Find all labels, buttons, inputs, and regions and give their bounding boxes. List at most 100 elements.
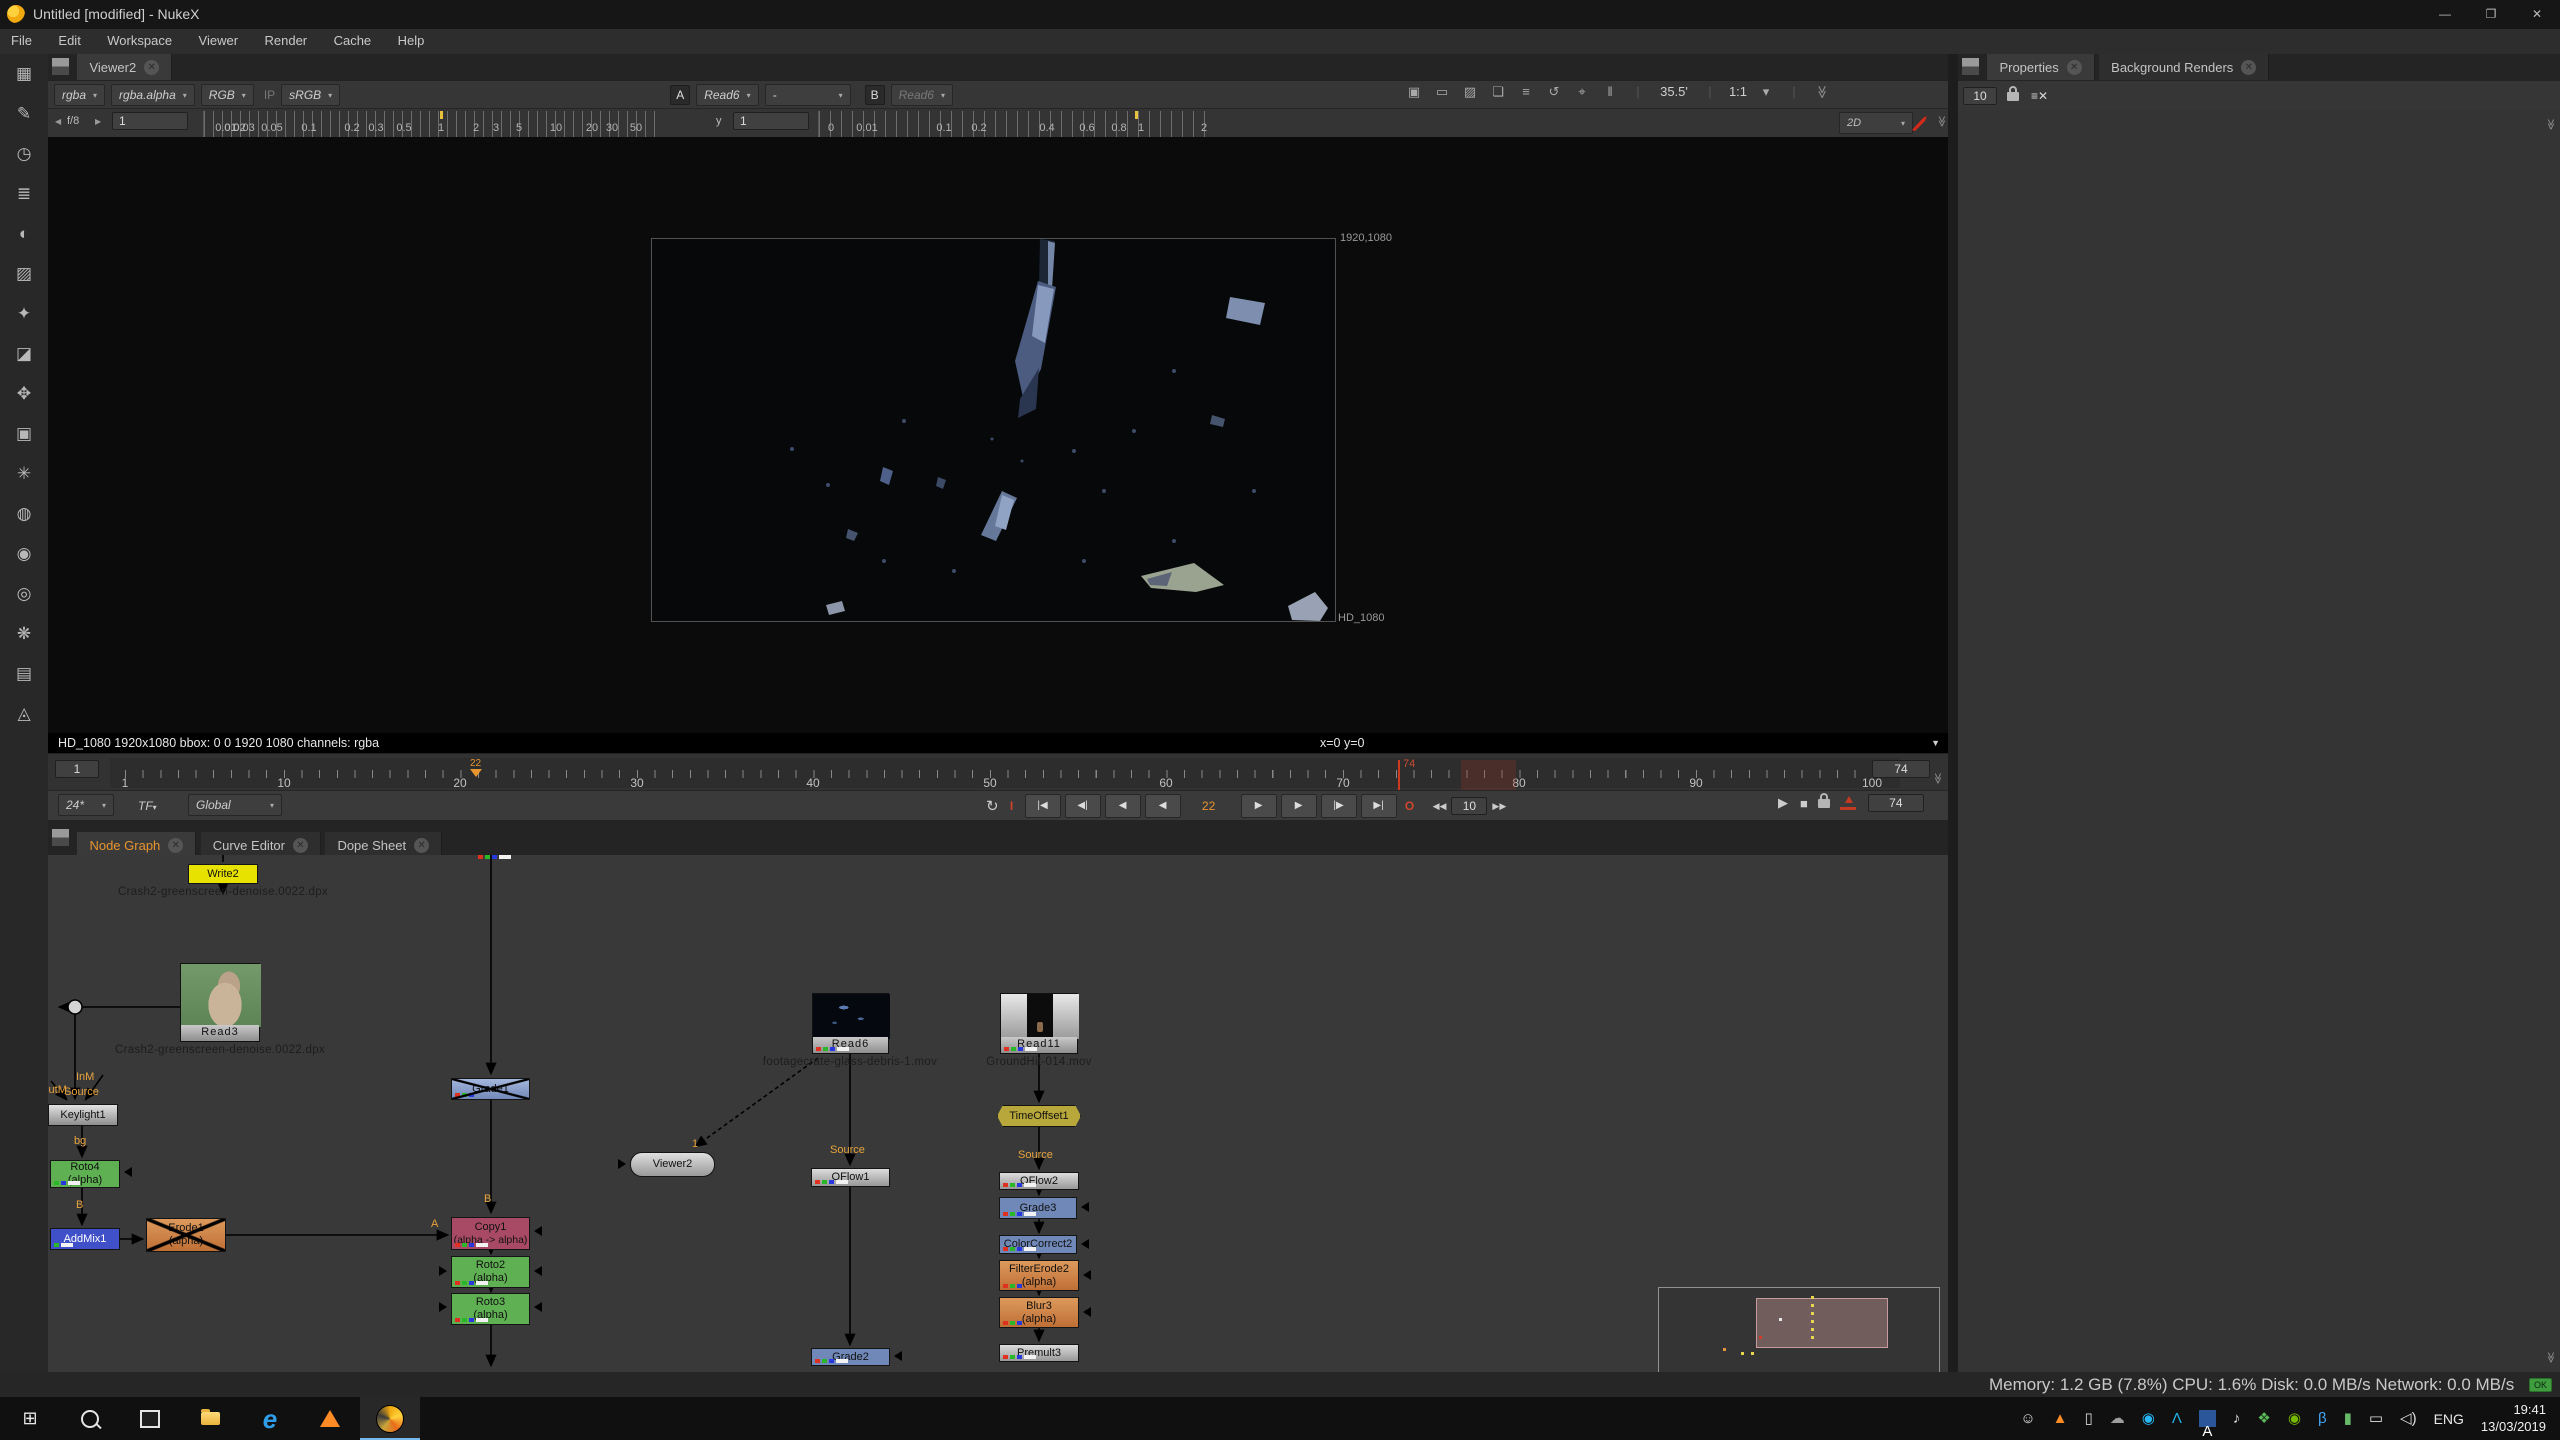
node-oflow1[interactable]: OFlow1 [811,1168,890,1187]
clear-panels-button[interactable]: ≡✕ [2031,89,2048,103]
close-icon[interactable]: ✕ [2066,59,2082,75]
node-graph-minimap[interactable] [1658,1287,1940,1372]
range-start-field[interactable]: 1 [55,760,99,778]
play-forward-button[interactable]: ▶ [1240,794,1277,818]
overscan-icon[interactable]: ▨ [1459,84,1481,100]
frame-field[interactable]: 74 [1867,794,1924,812]
b-input-select[interactable]: Read6 ▾ [890,84,953,106]
lut-select[interactable]: sRGB ▾ [281,84,341,106]
timeline-ruler[interactable]: 1 10 20 30 40 50 60 70 80 90 100 22 74 [110,758,1900,790]
node-write2[interactable]: Write2 [188,864,258,884]
node-timeoffset1[interactable]: TimeOffset1 [997,1105,1081,1127]
people-icon[interactable]: ☺ [2020,1397,2035,1440]
node-premult3[interactable]: Premult3 [999,1344,1079,1362]
menu-file[interactable]: File [0,29,43,52]
view-mode-select[interactable]: 2D ▾ [1839,112,1913,134]
range-mode-select[interactable]: Global ▾ [188,794,282,816]
word-icon[interactable]: A [2198,1410,2216,1440]
node-grade3[interactable]: Grade3 [999,1197,1077,1219]
tab-properties[interactable]: Properties ✕ [1987,54,2095,80]
onedrive-icon[interactable]: ☁ [2110,1397,2125,1440]
deep-icon[interactable]: ◍ [0,494,48,534]
particles-icon[interactable]: ✳ [0,454,48,494]
pane-menu-icon[interactable] [52,829,69,846]
toolsets-icon[interactable]: ❋ [0,614,48,654]
fstop-prev-icon[interactable]: ◀ [55,117,61,126]
pane-divider[interactable] [1948,54,1958,1372]
file-explorer-button[interactable] [180,1397,240,1440]
pane-expand-icon[interactable]: ≫ [1931,773,1944,785]
range-end-field[interactable]: 74 [1872,760,1930,778]
panel-limit-field[interactable]: 10 [1963,87,1997,105]
wipe-icon[interactable]: ❏ [1487,84,1509,100]
stop-indicator-icon[interactable]: ■ [1800,796,1808,811]
language-indicator[interactable]: ENG [2434,1411,2464,1427]
close-icon[interactable]: ✕ [2241,59,2257,75]
step-forward-button[interactable]: ▶ [1280,794,1317,818]
node-erode1[interactable]: Erode1 (alpha) [146,1218,226,1252]
a-input-select[interactable]: Read6 ▾ [696,84,759,106]
step-back-button[interactable]: ◀ [1104,794,1141,818]
share-icon[interactable]: ◉ [2142,1397,2155,1440]
start-button[interactable]: ⊞ [0,1397,60,1440]
search-button[interactable] [60,1397,120,1440]
refresh-icon[interactable]: ↺ [1543,84,1565,100]
format-frame-icon[interactable]: ▣ [1403,84,1425,100]
plugins-icon[interactable]: ◬ [0,694,48,734]
prev-keyframe-button[interactable]: ◀| [1064,794,1101,818]
node-grade2[interactable]: Grade2 [811,1348,890,1366]
next-keyframe-button[interactable]: |▶ [1320,794,1357,818]
pane-expand-icon[interactable]: ≫ [2545,1352,2558,1364]
autodesk-icon[interactable]: Λ [2172,1397,2182,1440]
volume-icon[interactable]: ◁) [2400,1397,2417,1440]
tf-toggle[interactable]: TF▾ [138,799,157,813]
channel-icon[interactable]: ≣ [0,174,48,214]
app-green-icon[interactable]: ▮ [2344,1397,2352,1440]
play-backward-button[interactable]: ◀ [1144,794,1181,818]
tab-viewer2[interactable]: Viewer2 ✕ [77,54,173,80]
fstop-next-icon[interactable]: ▶ [95,117,101,126]
close-icon[interactable]: ✕ [168,838,184,853]
chevron-down-icon[interactable]: ▾ [1755,84,1777,100]
menu-viewer[interactable]: Viewer [188,29,250,52]
wipe-mode-select[interactable]: - ▾ [764,84,851,106]
minimap-view-rect[interactable] [1756,1298,1888,1348]
other-icon[interactable]: ▤ [0,654,48,694]
node-copy1[interactable]: Copy1 (alpha -> alpha) [451,1217,530,1250]
node-read3[interactable]: Read3 [180,963,261,1042]
menu-workspace[interactable]: Workspace [96,29,183,52]
lock-icon[interactable] [2007,85,2019,101]
node-viewer2[interactable]: Viewer2 [630,1152,715,1177]
frame-increment-field[interactable]: 10 [1451,797,1488,815]
gain-handle[interactable] [440,111,443,119]
goto-end-button[interactable]: ▶| [1360,794,1397,818]
node-roto2[interactable]: Roto2 (alpha) [451,1256,530,1288]
fps-select[interactable]: 24* ▾ [58,794,114,816]
tab-background-renders[interactable]: Background Renders ✕ [2099,54,2270,80]
input-process-toggle[interactable]: IP [264,88,275,102]
filter-icon[interactable]: ▨ [0,254,48,294]
menu-edit[interactable]: Edit [47,29,91,52]
node-read6[interactable]: Read6 [812,993,890,1054]
goto-start-button[interactable]: |◀ [1024,794,1061,818]
node-addmix1[interactable]: AddMix1 [50,1228,120,1250]
pane-expand-icon[interactable]: ≫ [2545,119,2558,131]
vlc-button[interactable] [300,1397,360,1440]
gain-slider[interactable]: 0.01 0.02 0.03 0.05 0.1 0.2 0.3 0.5 1 2 … [203,111,659,137]
image-icon[interactable]: ▦ [0,54,48,94]
draw-icon[interactable]: ✎ [0,94,48,134]
pause-icon[interactable]: ‖ [1599,84,1621,100]
current-frame-marker[interactable]: 22 [469,758,482,777]
proxy-mode[interactable]: 1:1 [1727,84,1749,100]
display-channel-select[interactable]: RGB ▾ [200,84,254,106]
mask-icon[interactable]: ▭ [1431,84,1453,100]
transform-icon[interactable]: ✥ [0,374,48,414]
close-button[interactable]: ✕ [2514,0,2560,29]
vlc-tray-icon[interactable]: ▲ [2053,1397,2068,1440]
set-in-button[interactable]: I [1003,795,1021,817]
gain-input[interactable]: 1 [112,112,188,130]
node-keylight1[interactable]: Keylight1 [48,1104,118,1126]
play-indicator-icon[interactable]: ▶ [1778,795,1788,811]
task-view-button[interactable] [120,1397,180,1440]
node-colorcorrect2[interactable]: ColorCorrect2 [999,1235,1077,1254]
